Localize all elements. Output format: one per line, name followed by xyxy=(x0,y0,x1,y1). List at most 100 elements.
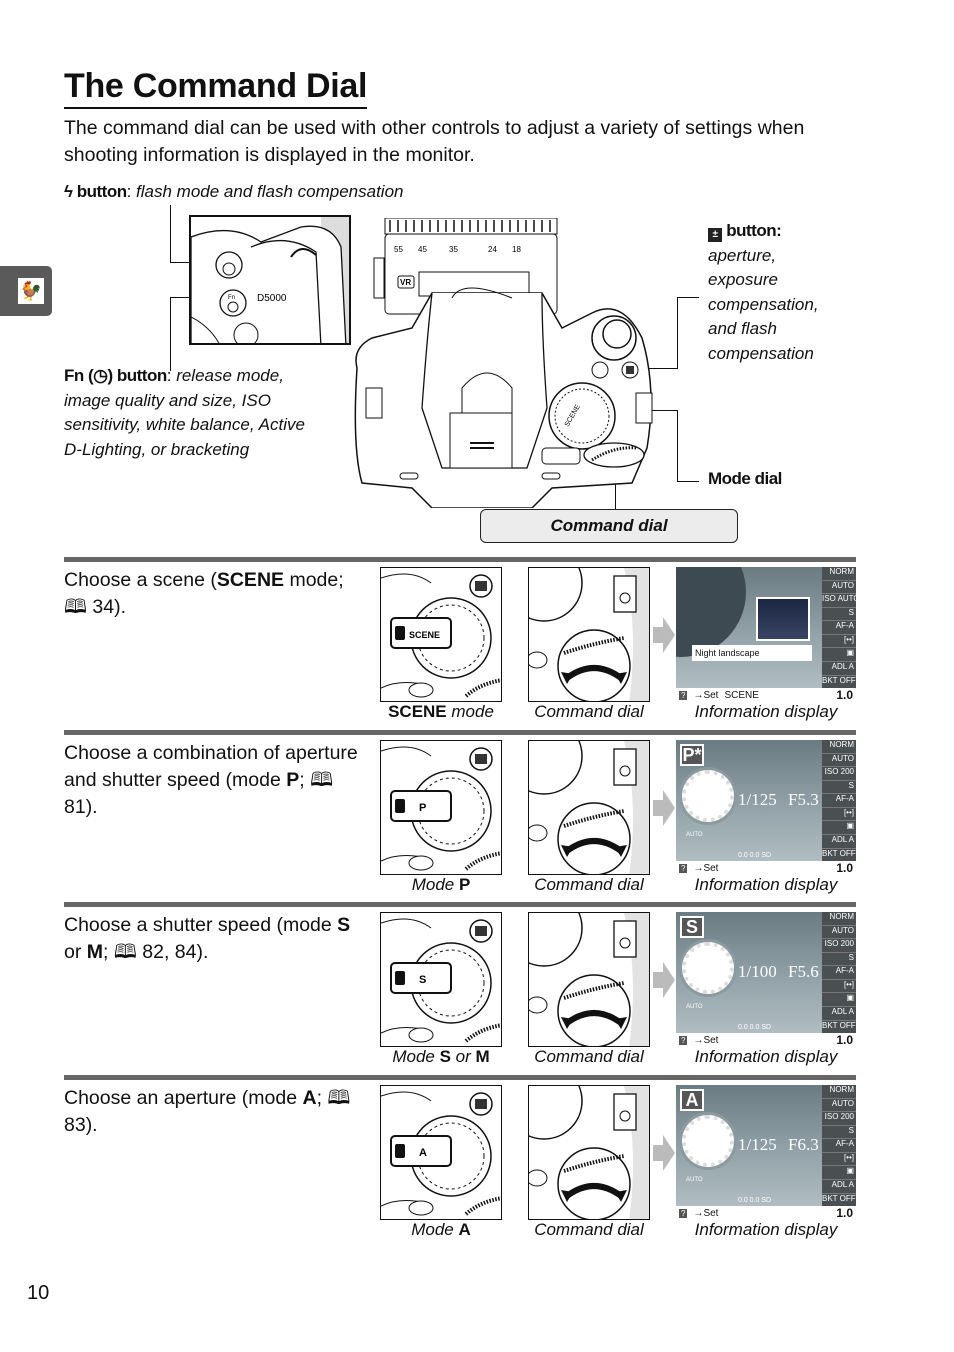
lens-scale-24: 24 xyxy=(488,245,497,254)
row-description-text: Choose a shutter speed (mode xyxy=(64,914,338,936)
page-title: The Command Dial xyxy=(64,66,367,109)
arrow-right-icon xyxy=(653,962,675,998)
mode-dial-figure: P xyxy=(380,740,502,875)
caption-text: Mode xyxy=(411,875,459,894)
camera-top-illustration: 55 45 35 24 18 VR SCENE xyxy=(352,217,662,509)
mode-dial-caption: Mode S or M xyxy=(380,1047,502,1067)
aperture-ring-icon xyxy=(682,942,734,994)
dial-selected-mode: S xyxy=(419,974,426,986)
command-dial-caption: Command dial xyxy=(534,702,644,721)
camera-side-illustration: Fn D5000 xyxy=(191,217,349,343)
lcd-bottom-bar: ? →Set SCENE 1.0 xyxy=(676,688,856,702)
information-display-figure: Night landscape NORM AUTO ISO AUTO S AF-A [••]… xyxy=(676,567,856,702)
row-description-text: or xyxy=(64,941,87,963)
mode-badge: A xyxy=(680,1089,704,1111)
status-row: 0.0 0.0 SD xyxy=(738,1024,772,1031)
caption-mode: A xyxy=(458,1220,471,1239)
settings-column: NORM AUTO ISO 200 S AF-A [••] ▣ ADL A BKT OFF xyxy=(822,740,856,863)
setting-item: ADL A xyxy=(822,662,856,676)
mode-dial-caption: Mode A xyxy=(380,1220,502,1240)
af-area-label: AUTO xyxy=(686,1004,703,1010)
set-hint: →Set xyxy=(693,1034,719,1046)
setting-item: ▣ xyxy=(822,648,856,662)
row-description: Choose a shutter speed (mode S or M; 🕮 8… xyxy=(64,912,364,966)
arrow-right-icon xyxy=(653,790,675,826)
setting-item: ISO 200 xyxy=(822,767,856,781)
setting-item: NORM xyxy=(822,567,856,581)
caption-mode: M xyxy=(475,1047,490,1066)
aperture-ring-icon xyxy=(682,1115,734,1167)
scene-selector-arc xyxy=(676,567,746,657)
settings-column: NORM AUTO ISO AUTO S AF-A [••] ▣ ADL A BKT OFF xyxy=(822,567,856,690)
row-description: Choose a combination of aperture and shu… xyxy=(64,740,364,821)
scene-hint: SCENE xyxy=(724,689,759,701)
row-mode-name: S xyxy=(337,914,351,936)
help-icon: ? xyxy=(679,1035,688,1045)
vr-label: VR xyxy=(400,278,411,287)
leader-line xyxy=(677,297,699,298)
command-dial-figure xyxy=(528,1085,650,1220)
command-dial-caption: Command dial xyxy=(534,1220,644,1239)
intro-paragraph: The command dial can be used with other … xyxy=(64,117,805,166)
lens-scale-55: 55 xyxy=(394,245,403,254)
mode-badge: S xyxy=(680,916,704,938)
mode-dial-figure: S xyxy=(380,912,502,1047)
section-tab[interactable]: 🐓 xyxy=(0,266,52,316)
camera-top-svg: 55 45 35 24 18 VR SCENE xyxy=(354,217,653,509)
setting-item: ▣ xyxy=(822,821,856,835)
information-display-caption: Information display xyxy=(694,702,838,721)
settings-column: NORM AUTO ISO 200 S AF-A [••] ▣ ADL A BKT OFF xyxy=(822,912,856,1035)
row-description-text: mode; xyxy=(284,569,344,591)
leader-line xyxy=(170,205,171,262)
scene-thumbnail xyxy=(756,597,810,641)
command-dial-figure xyxy=(528,567,650,702)
lcd-screen: Night landscape NORM AUTO ISO AUTO S AF-A [••]… xyxy=(676,567,856,702)
leader-line xyxy=(677,481,699,482)
shutter-speed: 1/125 xyxy=(738,790,777,809)
set-hint: →Set xyxy=(693,862,719,874)
caption-text: Mode xyxy=(392,1047,440,1066)
page-number: 10 xyxy=(27,1282,50,1304)
setting-item: ISO AUTO xyxy=(822,594,856,608)
exposure-button-description: aperture, exposure compensation, and fla… xyxy=(708,245,819,363)
setting-item: NORM xyxy=(822,1085,856,1099)
lens-scale-18: 18 xyxy=(512,245,521,254)
exposure-compensation-icon: ± xyxy=(708,228,722,242)
mode-dial-caption: Mode P xyxy=(380,875,502,895)
mode-dial-illustration: P xyxy=(381,746,501,871)
caption-mode: SCENE xyxy=(388,702,447,721)
setting-item: AF-A xyxy=(822,794,856,808)
setting-item: AUTO xyxy=(822,1099,856,1113)
page-reference-link[interactable]: 🕮 34). xyxy=(64,596,126,618)
command-dial-figure xyxy=(528,740,650,875)
mode-row: Choose an aperture (mode A; 🕮 83). A A 1/12… xyxy=(64,1075,856,1239)
shots-remaining: 1.0 xyxy=(836,861,853,875)
shutter-speed: 1/125 xyxy=(738,1135,777,1154)
fn-button-callout: Fn (◷) button: release mode, image quali… xyxy=(64,364,314,462)
separator: : xyxy=(776,221,782,240)
set-hint: →Set xyxy=(693,1207,719,1219)
af-area-label: AUTO xyxy=(686,832,703,838)
exposure-button-label: button xyxy=(726,221,777,240)
setting-item: S xyxy=(822,781,856,795)
camera-model: D5000 xyxy=(257,293,287,304)
setting-item: [••] xyxy=(822,635,856,649)
row-mode-name: M xyxy=(86,941,104,963)
page-reference-link[interactable]: 🕮 82, 84). xyxy=(108,941,209,963)
command-dial-caption: Command dial xyxy=(534,875,644,894)
rooster-weathervane-icon: 🐓 xyxy=(18,278,44,304)
setting-item: AF-A xyxy=(822,966,856,980)
arrow-right-icon xyxy=(653,1135,675,1171)
caption-text: mode xyxy=(446,702,494,721)
flash-button-description: flash mode and flash compensation xyxy=(131,182,404,201)
setting-item: [••] xyxy=(822,980,856,994)
setting-item: [••] xyxy=(822,1153,856,1167)
setting-item: NORM xyxy=(822,912,856,926)
setting-item: ▣ xyxy=(822,1166,856,1180)
shots-remaining: 1.0 xyxy=(836,1206,853,1220)
command-dial-figure xyxy=(528,912,650,1047)
setting-item: AF-A xyxy=(822,1139,856,1153)
setting-item: ADL A xyxy=(822,1180,856,1194)
setting-item: ISO 200 xyxy=(822,1112,856,1126)
information-display-caption: Information display xyxy=(694,1220,838,1239)
